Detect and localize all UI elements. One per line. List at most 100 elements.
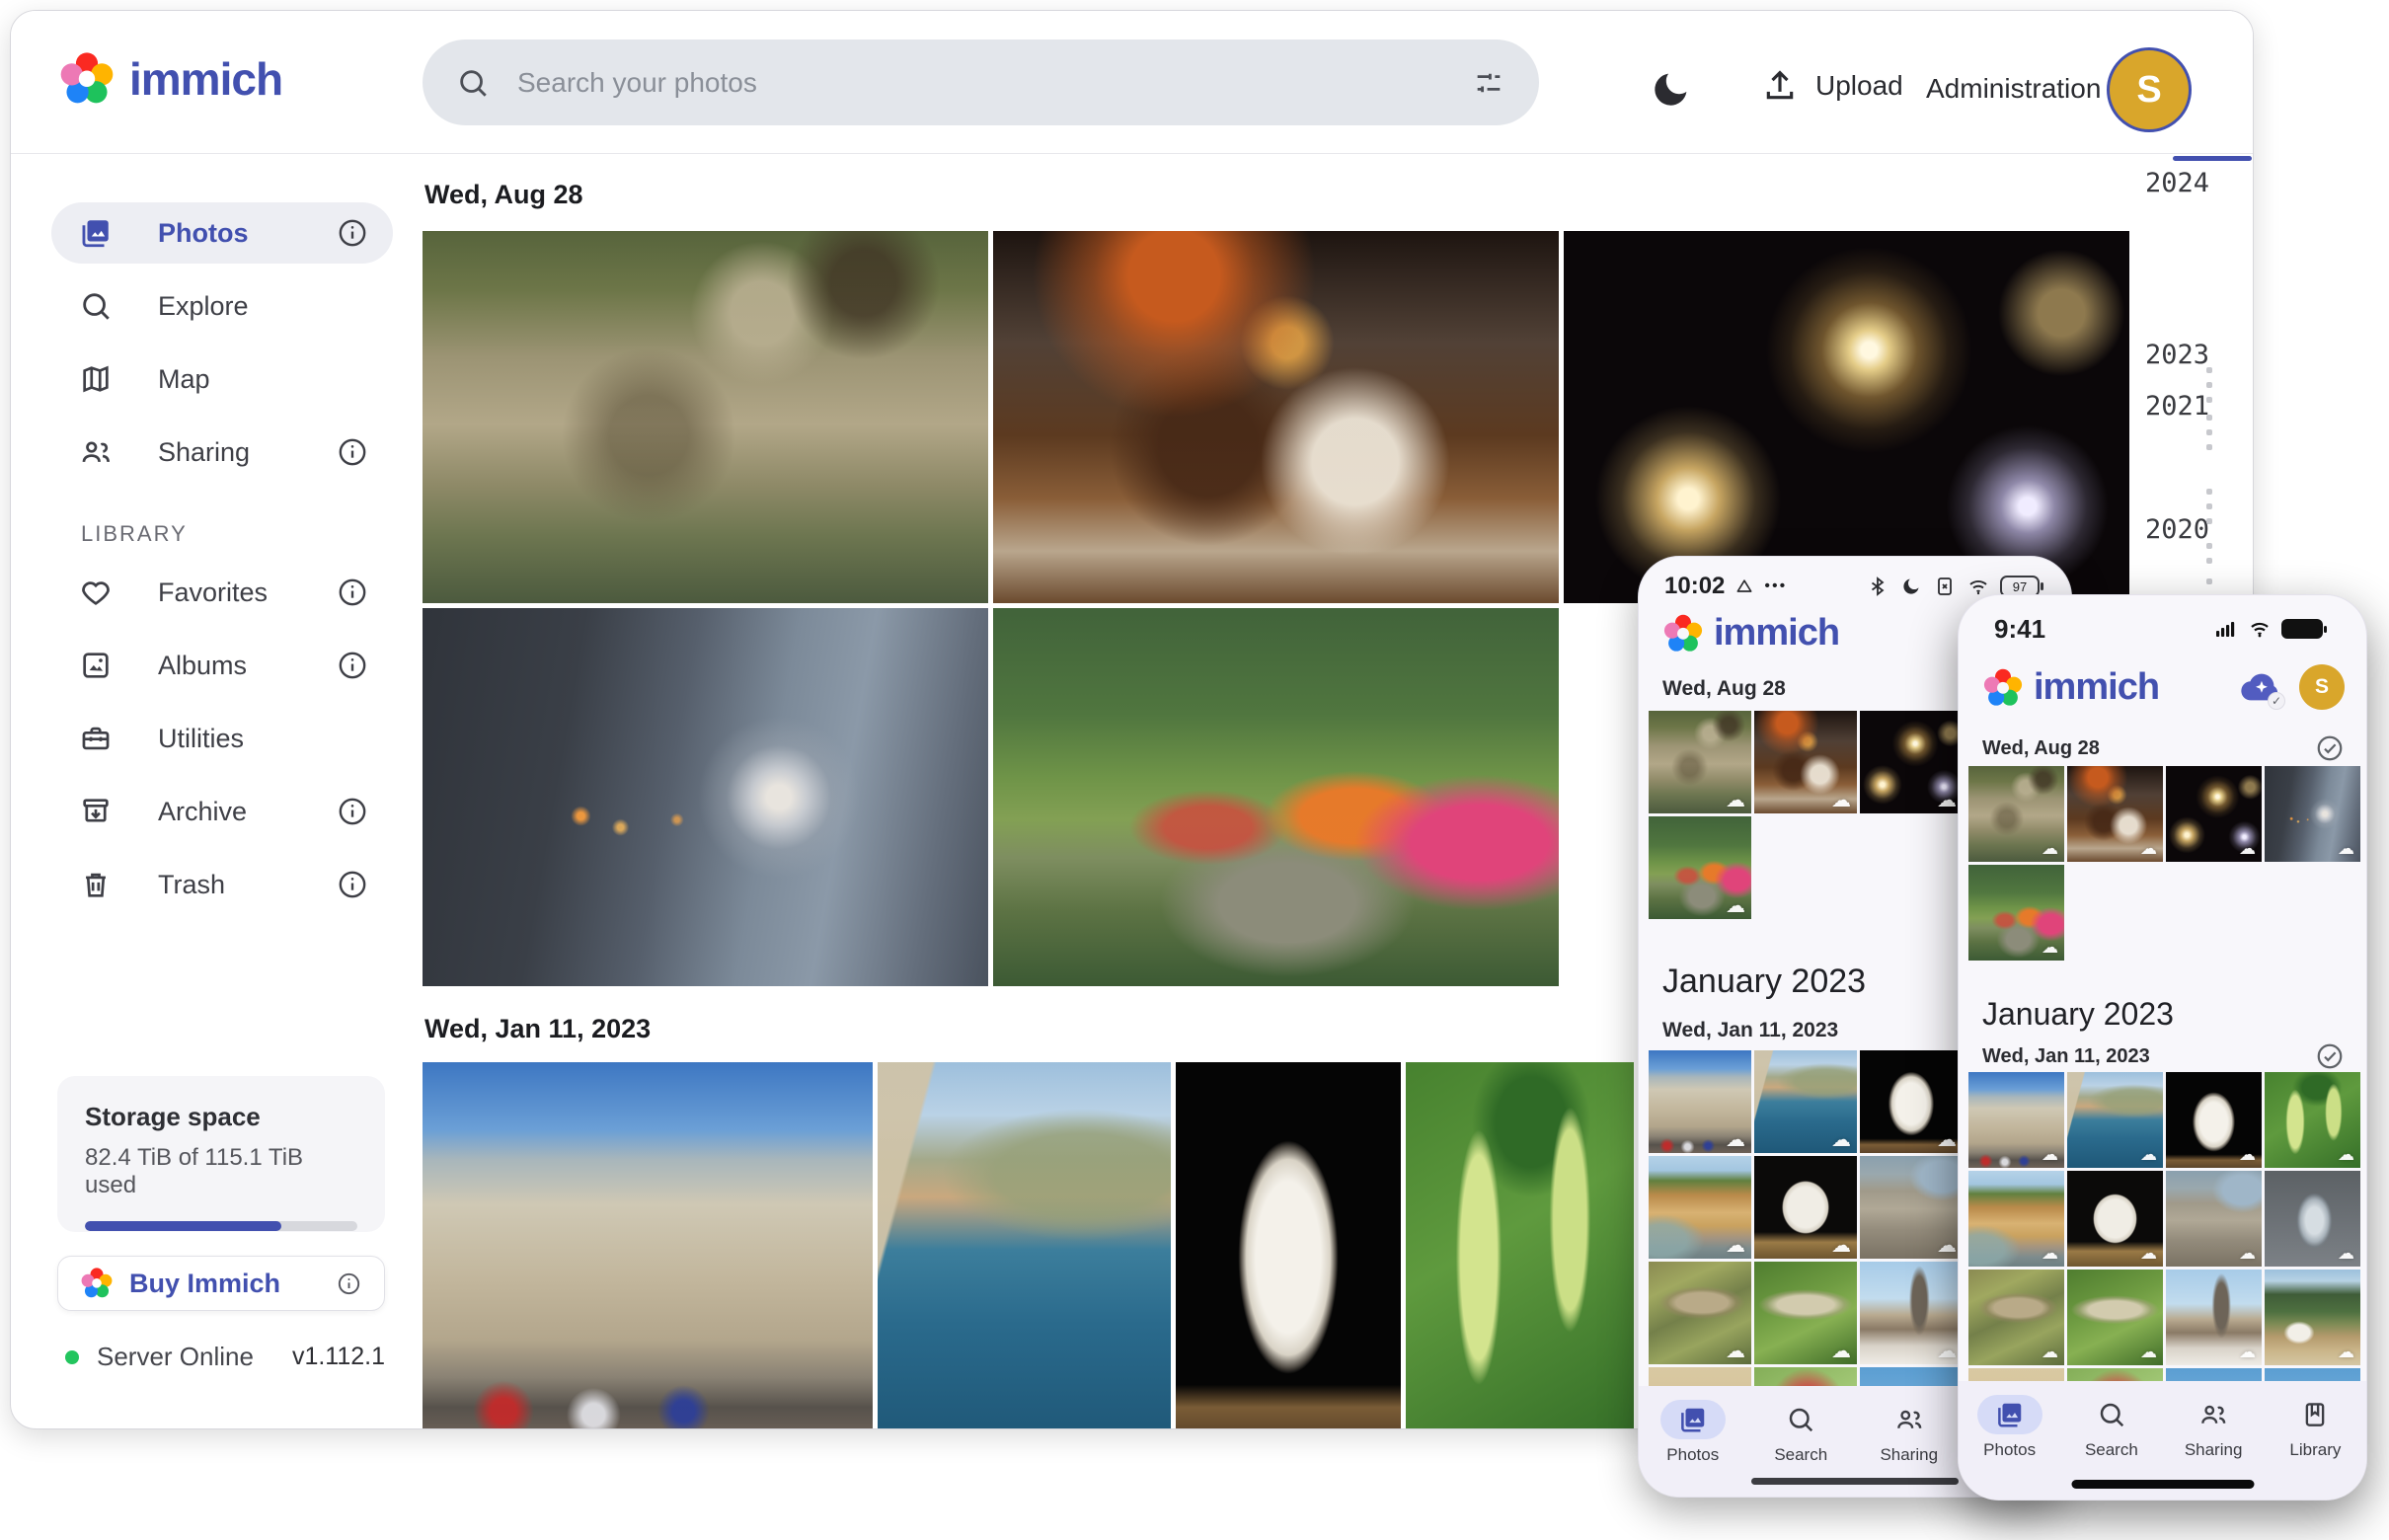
nav-item-photos[interactable]: Photos (1639, 1400, 1747, 1465)
logo-text: immich (1714, 612, 1839, 654)
photo-green-berries[interactable]: ☁ (2265, 1072, 2360, 1168)
info-icon[interactable] (336, 1270, 362, 1297)
scrubber-handle[interactable] (2173, 156, 2252, 161)
info-icon[interactable] (336, 576, 369, 609)
date-label: Wed, Jan 11, 2023 (1982, 1045, 2315, 1068)
photo-silver-ornament[interactable]: ☁ (2265, 1171, 2360, 1267)
system-triangle-icon (1734, 577, 1754, 596)
photo-lizard-2[interactable]: ☁ (2067, 1270, 2163, 1365)
photo-fortress-walls[interactable]: ☁ (1649, 1050, 1751, 1153)
sidebar-item-utilities[interactable]: Utilities (51, 708, 393, 769)
scrubber-year[interactable]: 2024 (2145, 168, 2209, 198)
search-bar[interactable] (423, 39, 1539, 125)
photo-monkeys-zoo[interactable]: ☁ (1968, 766, 2064, 862)
sidebar-item-map[interactable]: Map (51, 348, 393, 410)
upload-button[interactable]: Upload (1760, 66, 1903, 106)
nav-item-search[interactable]: Search (1747, 1400, 1856, 1465)
cloud-icon: ☁ (1726, 895, 1745, 915)
photo-autumn-dinner[interactable]: ☁ (2067, 766, 2163, 862)
photo-beach-cliff[interactable]: ☁ (1649, 1156, 1751, 1259)
sidebar-item-favorites[interactable]: Favorites (51, 562, 393, 623)
trash-icon (79, 868, 113, 901)
photo-fireworks[interactable]: ☁ (1860, 711, 1963, 813)
info-icon[interactable] (336, 435, 369, 469)
photo-autumn-dinner[interactable] (993, 231, 1559, 603)
nav-item-photos[interactable]: Photos (1959, 1395, 2060, 1460)
cloud-icon: ☁ (1831, 1341, 1851, 1360)
photo-fireworks[interactable]: ☁ (2166, 766, 2262, 862)
nav-item-sharing[interactable]: Sharing (2163, 1395, 2265, 1460)
info-icon[interactable] (336, 868, 369, 901)
sidebar-item-albums[interactable]: Albums (51, 635, 393, 696)
photo-coastal-town[interactable]: ☁ (2067, 1072, 2163, 1168)
user-avatar[interactable]: S (2107, 47, 2192, 132)
photo-castle-ruin[interactable]: ☁ (1860, 1156, 1963, 1259)
scrubber-year[interactable]: 2020 (2145, 514, 2209, 545)
photo-monkeys-zoo[interactable]: ☁ (1649, 711, 1751, 813)
user-avatar[interactable]: S (2299, 664, 2345, 710)
photo-winter-village[interactable]: ☁ (2166, 1270, 2262, 1365)
cloud-icon: ☁ (1937, 790, 1957, 809)
info-icon[interactable] (336, 216, 369, 250)
photo-autumn-dinner[interactable]: ☁ (1754, 711, 1857, 813)
photo-autumn-park-path[interactable]: ☁ (1649, 816, 1751, 919)
search-input[interactable] (515, 66, 1446, 100)
photo-autumn-park-path[interactable] (993, 608, 1559, 986)
photo-fortress-walls[interactable] (423, 1062, 873, 1429)
screenshot-canvas: immich Upload Administration (0, 0, 2389, 1540)
photo-holding-hands[interactable] (423, 608, 988, 986)
sidebar-item-photos[interactable]: Photos (51, 202, 393, 264)
photo-winter-village[interactable]: ☁ (1860, 1262, 1963, 1364)
scrubber-year[interactable]: 2023 (2145, 340, 2209, 370)
immich-logo[interactable]: immich (58, 50, 282, 108)
wifi-icon (1966, 575, 1990, 598)
photo-marble-sculpture[interactable]: ☁ (1754, 1156, 1857, 1259)
info-icon[interactable] (336, 649, 369, 682)
photo-lizard-1[interactable]: ☁ (1649, 1262, 1751, 1364)
nav-label: Sharing (1880, 1445, 1938, 1465)
photo-coastal-town[interactable]: ☁ (1754, 1050, 1857, 1153)
photo-alpine-farm[interactable]: ☁ (2265, 1270, 2360, 1365)
photo-holding-hands[interactable]: ☁ (2265, 766, 2360, 862)
sidebar-item-archive[interactable]: Archive (51, 781, 393, 842)
photo-white-bust[interactable] (1176, 1062, 1401, 1429)
search-icon (456, 66, 490, 100)
info-icon[interactable] (336, 795, 369, 828)
photo-fireworks[interactable] (1564, 231, 2129, 603)
photo-marble-sculpture[interactable]: ☁ (2067, 1171, 2163, 1267)
nav-item-search[interactable]: Search (2060, 1395, 2162, 1460)
select-all-check-icon[interactable] (2315, 733, 2345, 763)
photo-lizard-1[interactable]: ☁ (1968, 1270, 2064, 1365)
photo-beach-cliff[interactable]: ☁ (1968, 1171, 2064, 1267)
administration-link[interactable]: Administration (1926, 73, 2101, 105)
date-group-heading: Wed, Aug 28 (424, 176, 2133, 213)
photos-icon (1977, 1395, 2042, 1434)
cloud-icon: ☁ (1937, 1129, 1957, 1149)
nav-item-sharing[interactable]: Sharing (1855, 1400, 1964, 1465)
sidebar-item-trash[interactable]: Trash (51, 854, 393, 915)
search-filters-icon[interactable] (1472, 66, 1505, 100)
photo-green-berries[interactable] (1406, 1062, 1634, 1429)
cloud-sync-icon[interactable]: ✓ (2238, 664, 2283, 710)
photo-white-bust[interactable]: ☁ (2166, 1072, 2262, 1168)
photo-monkeys-zoo[interactable] (423, 231, 988, 603)
select-all-check-icon[interactable] (2315, 1041, 2345, 1071)
buy-immich-button[interactable]: Buy Immich (57, 1256, 385, 1311)
nav-item-library[interactable]: Library (2265, 1395, 2366, 1460)
sidebar-item-sharing[interactable]: Sharing (51, 422, 393, 483)
photo-coastal-town[interactable] (878, 1062, 1171, 1429)
photo-castle-ruin[interactable]: ☁ (2166, 1171, 2262, 1267)
night-mode-icon (1899, 575, 1923, 598)
photo-fortress-walls[interactable]: ☁ (1968, 1072, 2064, 1168)
photo-white-bust[interactable]: ☁ (1860, 1050, 1963, 1153)
month-heading: January 2023 (1982, 992, 2174, 1036)
buy-immich-label: Buy Immich (129, 1269, 320, 1299)
scrubber-year[interactable]: 2021 (2145, 391, 2209, 422)
photo-lizard-2[interactable]: ☁ (1754, 1262, 1857, 1364)
photo-autumn-park-path[interactable]: ☁ (1968, 865, 2064, 961)
cloud-icon: ☁ (1937, 1341, 1957, 1360)
dark-mode-toggle-icon[interactable] (1650, 67, 1693, 111)
top-bar: immich Upload Administration (11, 11, 2253, 154)
sidebar-item-explore[interactable]: Explore (51, 275, 393, 337)
album-icon (79, 649, 113, 682)
